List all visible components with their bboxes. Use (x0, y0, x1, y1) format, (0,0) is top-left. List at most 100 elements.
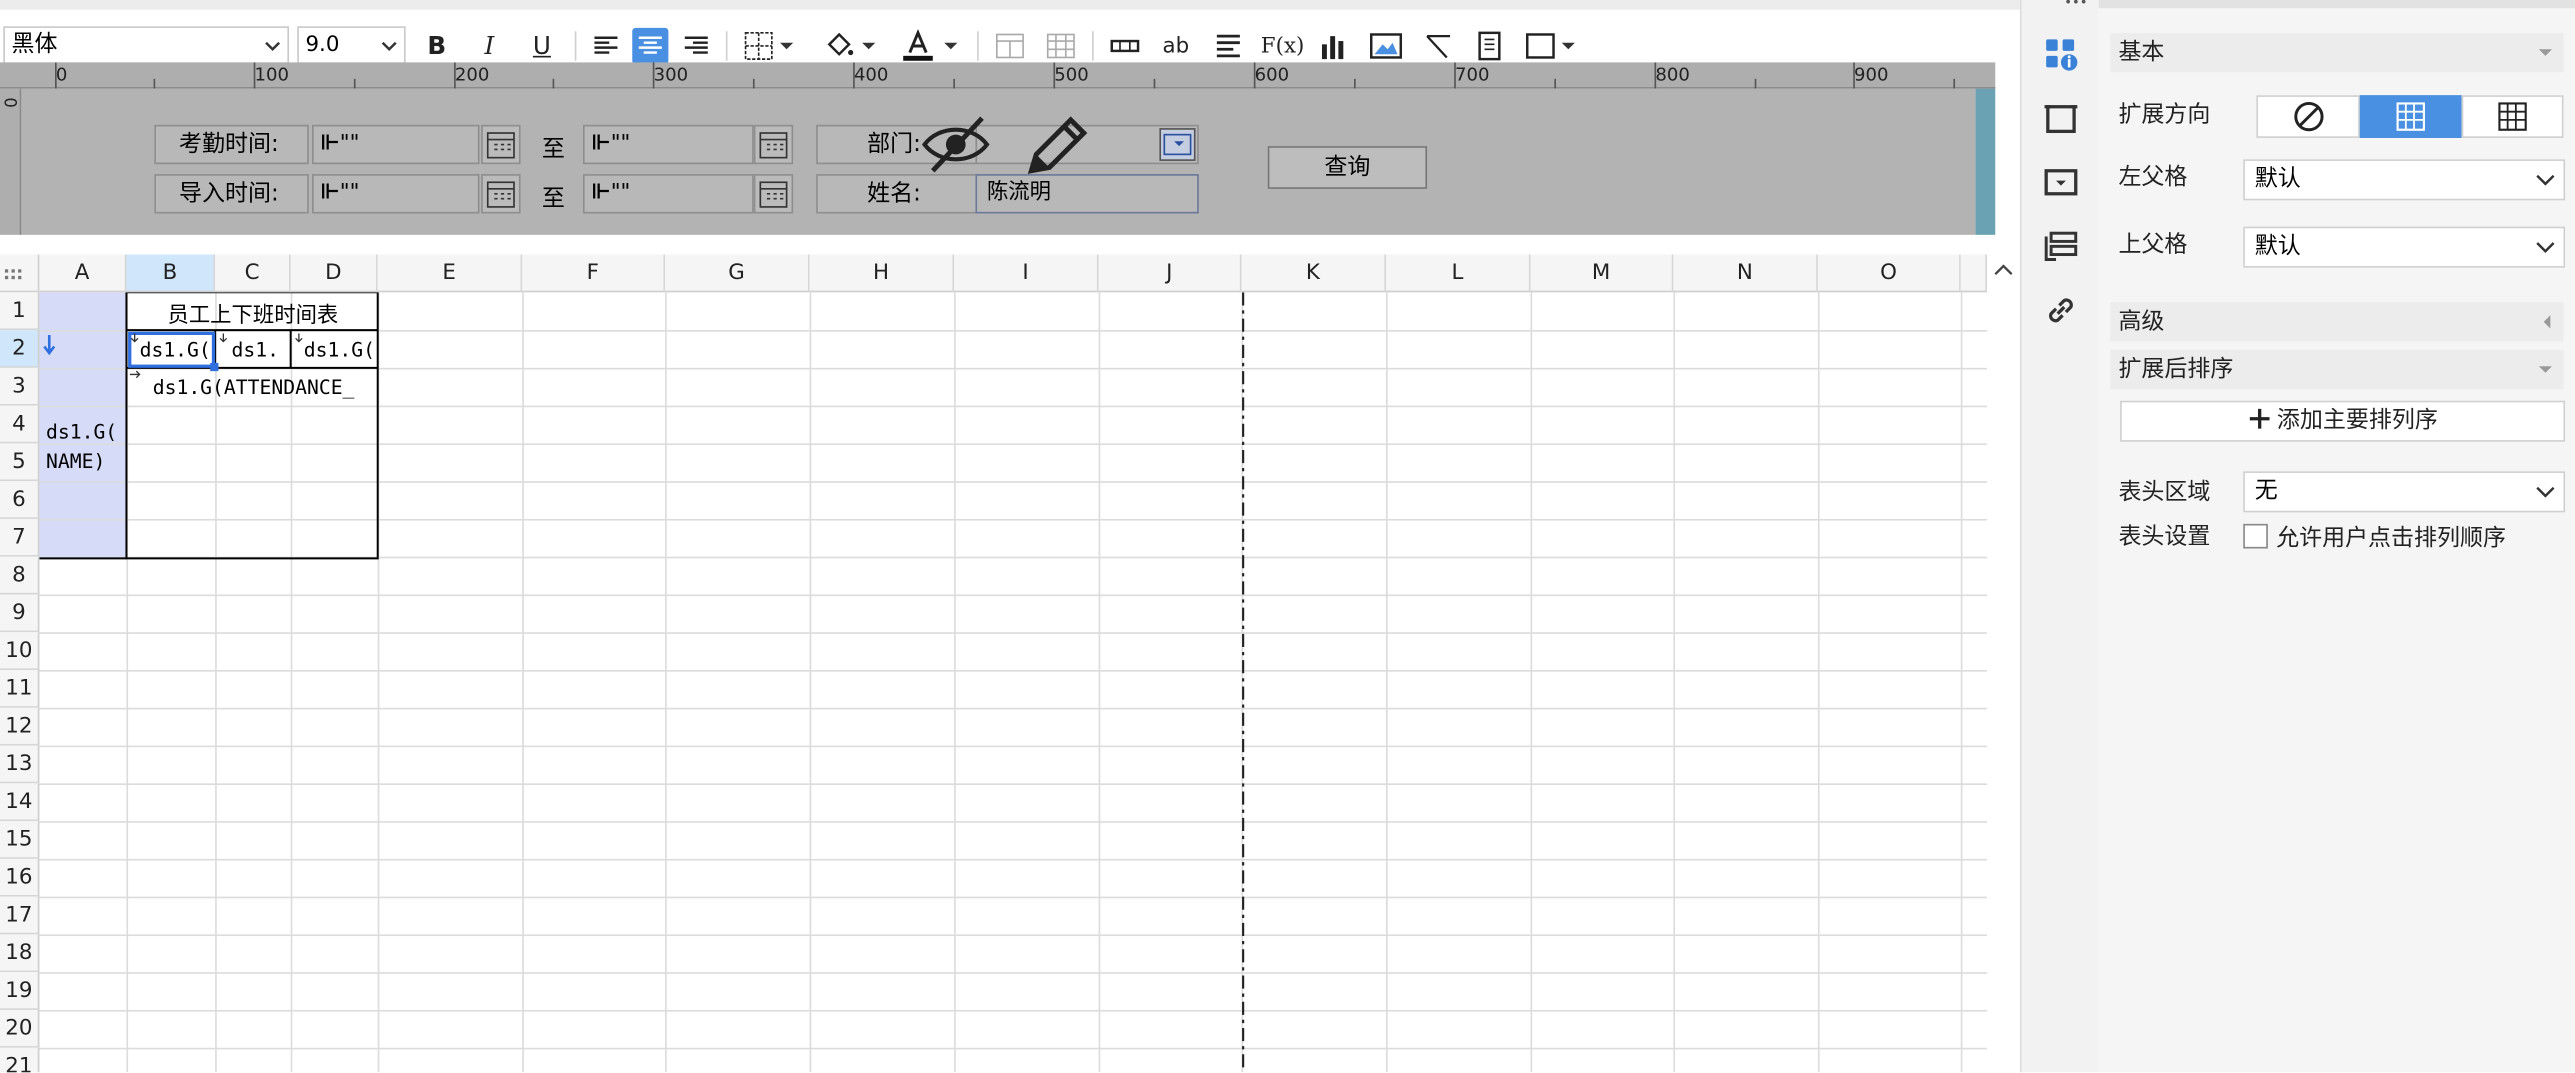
query-button[interactable]: 查询 (1267, 146, 1428, 189)
row-header-1[interactable]: 1 (0, 292, 40, 331)
import-end-input[interactable]: ⊩"" (582, 174, 754, 214)
italic-button[interactable]: I (471, 28, 507, 64)
chevron-down-icon[interactable] (775, 28, 798, 64)
cell-c2[interactable]: ds1. (232, 338, 291, 361)
align-left-icon[interactable] (588, 28, 624, 64)
combo-dropdown-icon[interactable] (1159, 128, 1196, 161)
cell-attr-icon[interactable] (2041, 34, 2080, 73)
column-header-b[interactable]: B (126, 254, 216, 293)
row-header-2[interactable]: 2 (0, 330, 40, 368)
font-color-icon[interactable] (900, 28, 936, 64)
row-header-9[interactable]: 9 (0, 594, 40, 633)
section-sort-after-expand[interactable]: 扩展后排序 (2110, 349, 2564, 390)
row-header-14[interactable]: 14 (0, 783, 40, 822)
row-header-6[interactable]: 6 (0, 481, 40, 519)
align-right-icon[interactable] (678, 28, 714, 64)
expand-vertical-button[interactable] (2359, 95, 2462, 138)
image-icon[interactable] (1368, 28, 1404, 64)
unmerge-icon[interactable] (1043, 28, 1079, 64)
row-header-13[interactable]: 13 (0, 745, 40, 784)
chart-icon[interactable] (1315, 28, 1351, 64)
row-header-7[interactable]: 7 (0, 518, 40, 557)
row-header-10[interactable]: 10 (0, 632, 40, 671)
hyperlink-icon[interactable] (2041, 291, 2080, 330)
column-header-p[interactable] (1960, 254, 1988, 293)
cell-d2[interactable]: ds1.G( (304, 338, 378, 361)
edit-icon[interactable] (1021, 112, 1090, 178)
row-header-15[interactable]: 15 (0, 821, 40, 859)
spreadsheet-grid[interactable]: A B C D E F G H I J K L M N O 1 2 3 4 5 … (0, 254, 1988, 1073)
fill-handle[interactable] (210, 362, 219, 372)
border-icon[interactable] (741, 28, 777, 64)
condition-icon[interactable] (2041, 227, 2080, 266)
column-header-o[interactable]: O (1817, 254, 1961, 293)
allow-user-sort-checkbox[interactable] (2243, 523, 2268, 549)
row-header-4[interactable]: 4 (0, 405, 40, 444)
cell-a2-line1[interactable]: ds1.G( (46, 420, 117, 443)
column-header-h[interactable]: H (809, 254, 955, 293)
calendar-icon[interactable] (481, 124, 521, 165)
add-sort-button[interactable]: 添加主要排列序 (2120, 400, 2566, 442)
font-size-select[interactable]: 9.0 (297, 26, 406, 65)
row-header-8[interactable]: 8 (0, 556, 40, 595)
column-header-a[interactable]: A (39, 254, 127, 293)
chevron-up-icon[interactable] (1994, 261, 2014, 277)
attendance-start-input[interactable]: ⊩"" (312, 124, 480, 165)
column-header-j[interactable]: J (1098, 254, 1242, 293)
row-header-16[interactable]: 16 (0, 858, 40, 897)
parameter-panel-resizer[interactable] (1975, 88, 1996, 235)
calendar-icon[interactable] (481, 174, 521, 214)
chevron-down-icon[interactable] (1557, 28, 1580, 64)
insert-row-icon[interactable] (1107, 28, 1143, 64)
section-advanced[interactable]: 高级 (2110, 302, 2564, 342)
row-header-12[interactable]: 12 (0, 707, 40, 746)
row-header-20[interactable]: 20 (0, 1009, 40, 1048)
subreport-icon[interactable] (1471, 28, 1507, 64)
calendar-icon[interactable] (753, 174, 794, 214)
row-header-17[interactable]: 17 (0, 896, 40, 935)
formula-icon[interactable]: F(x) (1260, 28, 1306, 64)
row-header-18[interactable]: 18 (0, 934, 40, 973)
slash-icon[interactable] (1421, 28, 1457, 64)
frame-icon[interactable] (1522, 28, 1558, 64)
row-header-11[interactable]: 11 (0, 670, 40, 708)
column-header-g[interactable]: G (665, 254, 810, 293)
column-header-d[interactable]: D (290, 254, 378, 293)
more-icon[interactable]: ••• (2064, 0, 2087, 9)
cell-b2[interactable]: ds1.G( (140, 338, 212, 361)
attendance-end-input[interactable]: ⊩"" (582, 124, 754, 165)
font-family-select[interactable]: 黑体 (3, 26, 290, 65)
cell-a2-line2[interactable]: NAME) (46, 450, 105, 473)
section-basic[interactable]: 基本 (2110, 32, 2564, 73)
row-header-21[interactable]: 21 (0, 1047, 40, 1073)
column-header-k[interactable]: K (1241, 254, 1387, 293)
column-header-m[interactable]: M (1530, 254, 1674, 293)
top-parent-select[interactable]: 默认 (2243, 226, 2566, 268)
calendar-icon[interactable] (753, 124, 794, 165)
cell-element-icon[interactable] (2041, 99, 2080, 138)
vertical-scrollbar[interactable] (1987, 254, 2020, 1073)
cell-b3[interactable]: ds1.G(ATTENDANCE_ (153, 376, 378, 399)
widget-icon[interactable] (2041, 163, 2080, 202)
row-header-19[interactable]: 19 (0, 972, 40, 1010)
column-header-f[interactable]: F (522, 254, 666, 293)
chevron-down-icon[interactable] (939, 28, 962, 64)
header-area-select[interactable]: 无 (2243, 471, 2566, 513)
expand-none-button[interactable] (2256, 95, 2360, 138)
import-start-input[interactable]: ⊩"" (312, 174, 480, 214)
column-header-i[interactable]: I (954, 254, 1099, 293)
row-header-5[interactable]: 5 (0, 443, 40, 482)
expand-horizontal-button[interactable] (2461, 95, 2564, 138)
merge-icon[interactable] (992, 28, 1028, 64)
underline-button[interactable]: U (524, 28, 560, 64)
column-header-l[interactable]: L (1386, 254, 1531, 293)
name-input[interactable]: 陈流明 (975, 174, 1199, 214)
column-header-e[interactable]: E (377, 254, 523, 293)
bold-button[interactable]: B (419, 28, 455, 64)
row-header-3[interactable]: 3 (0, 367, 40, 406)
chevron-down-icon[interactable] (857, 28, 880, 64)
hide-icon[interactable] (920, 112, 992, 178)
align-center-icon[interactable] (632, 27, 669, 65)
left-parent-select[interactable]: 默认 (2243, 159, 2566, 201)
text-icon[interactable]: ab (1158, 28, 1194, 64)
